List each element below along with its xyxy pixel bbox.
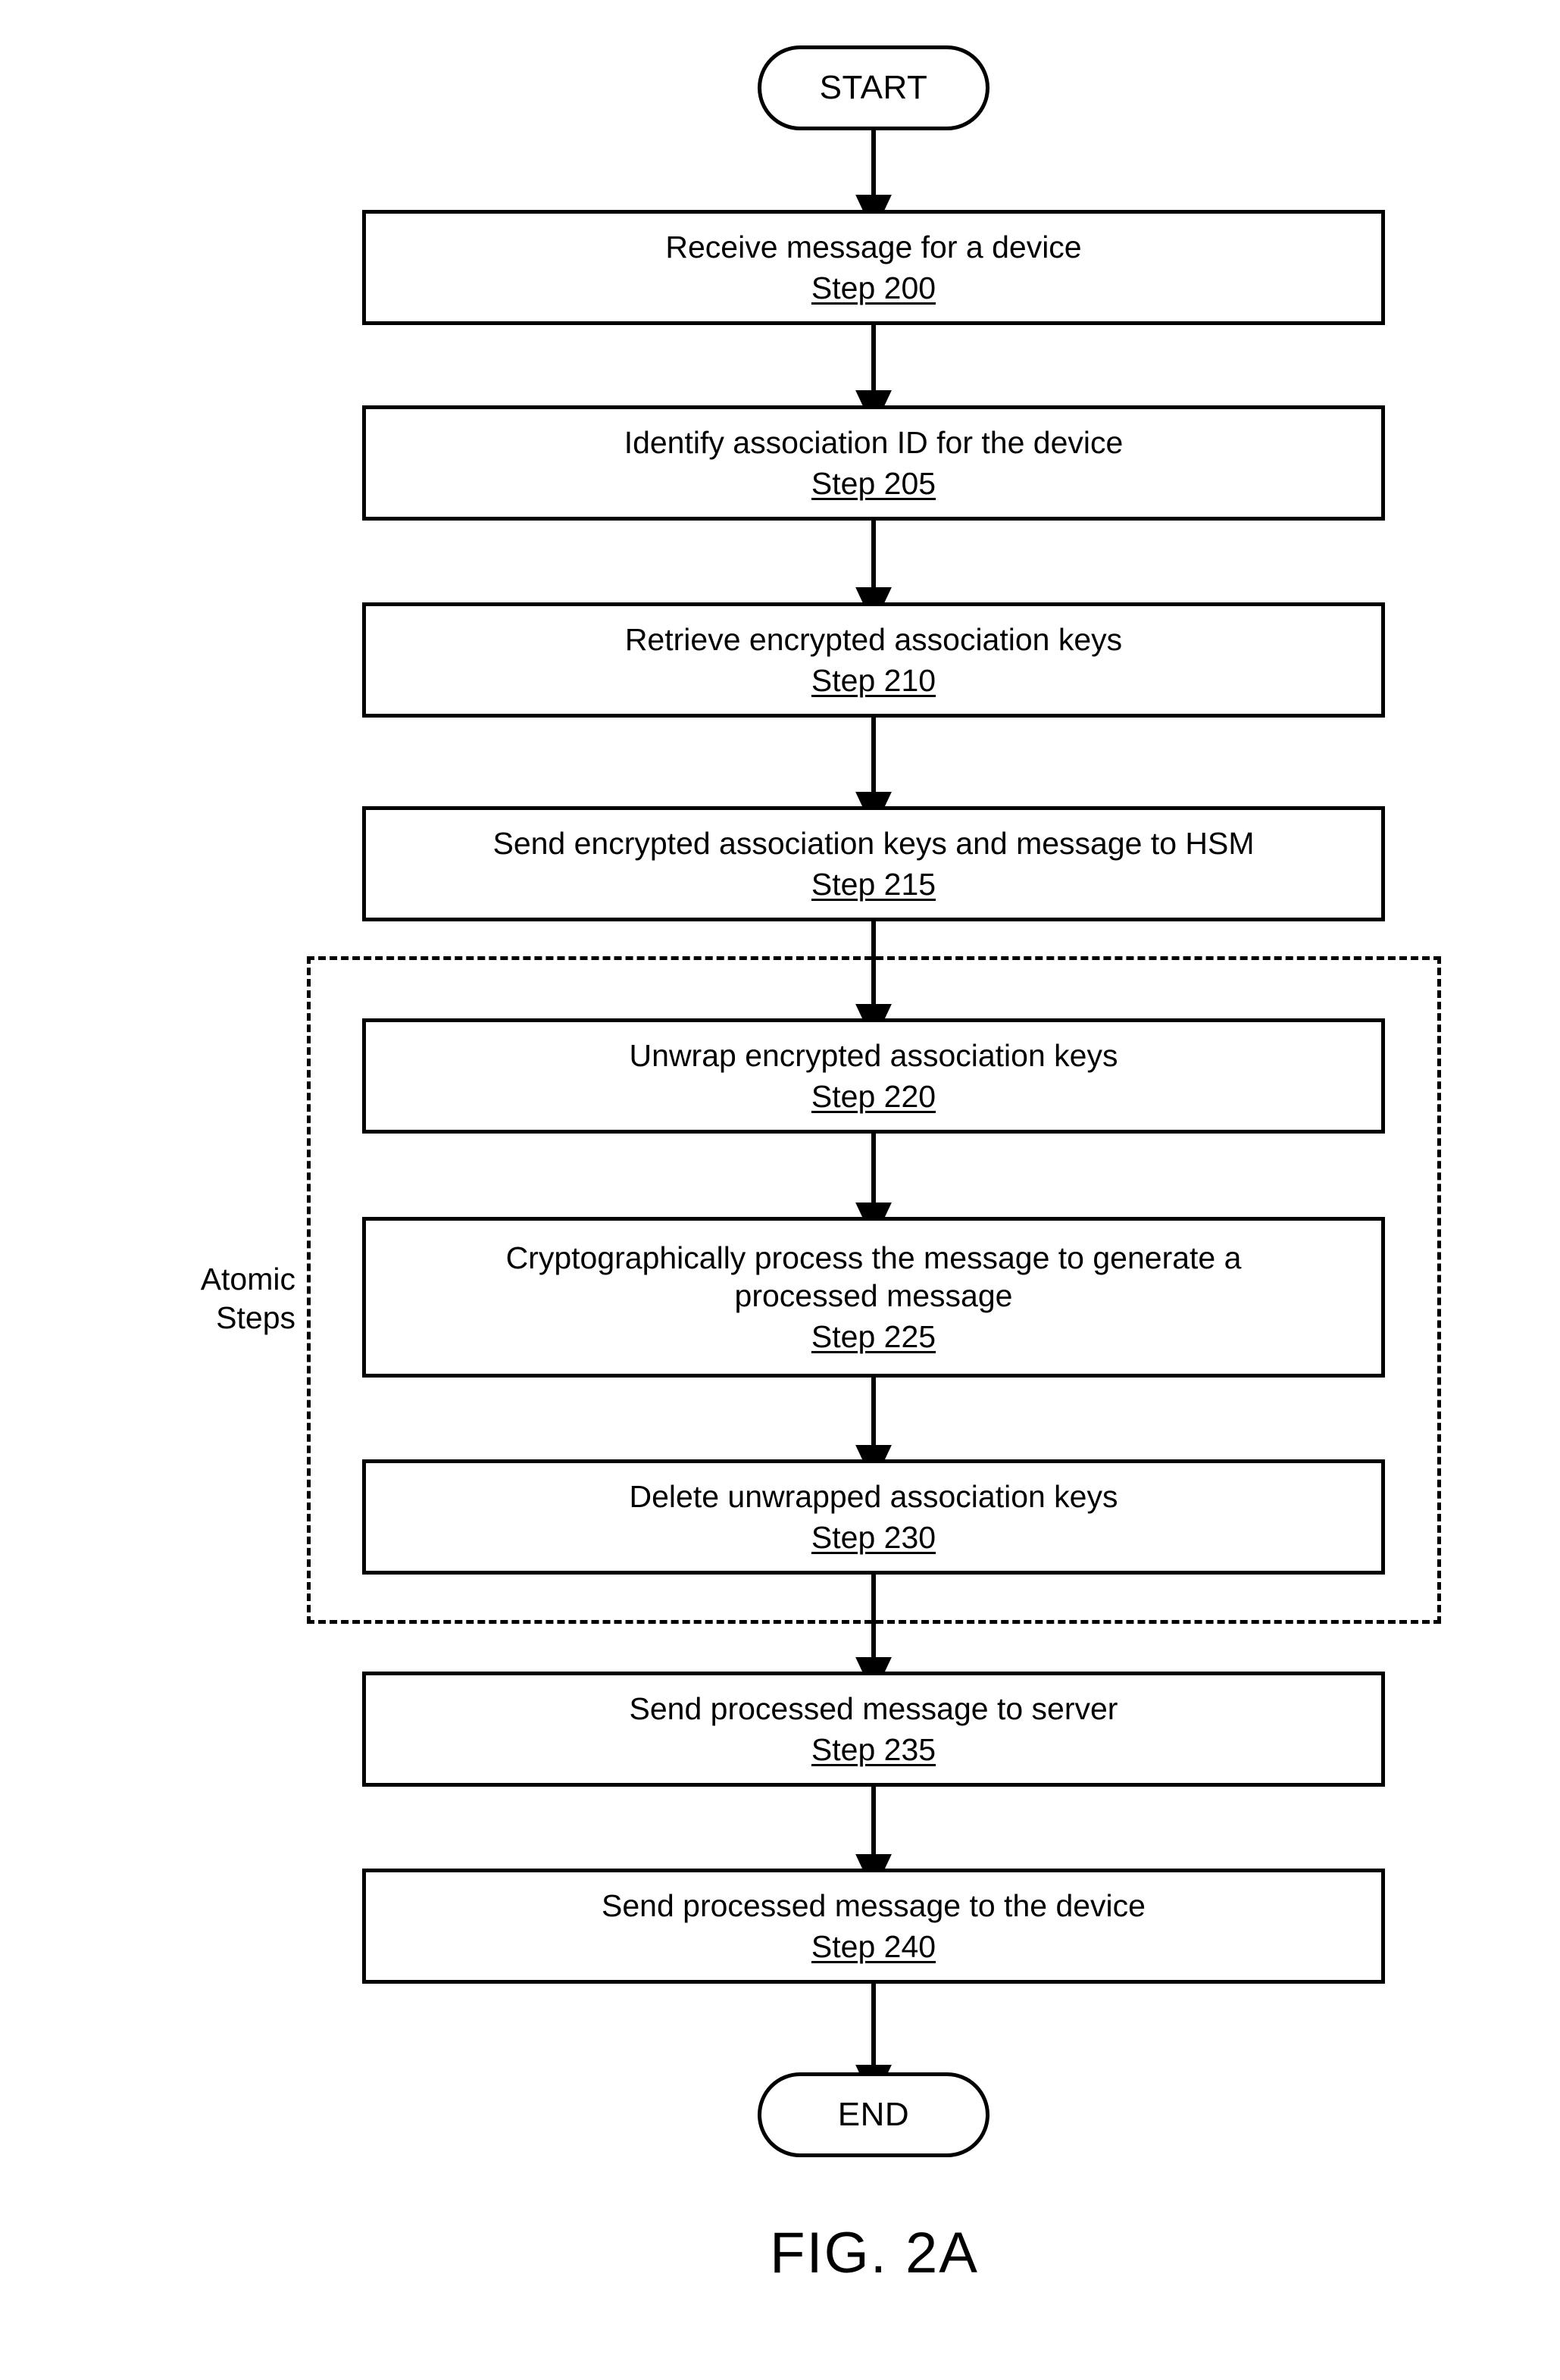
step-205-text: Identify association ID for the device — [624, 425, 1124, 461]
step-225-text: Cryptographically process the message to… — [505, 1240, 1242, 1314]
step-210-text: Retrieve encrypted association keys — [624, 622, 1123, 658]
figure-caption: FIG. 2A — [770, 2221, 979, 2285]
step-200-ref: Step 200 — [811, 270, 936, 305]
step-215-ref: Step 215 — [811, 866, 936, 902]
step-230-text: Delete unwrapped association keys — [629, 1479, 1118, 1515]
end-terminator: END — [758, 2072, 989, 2157]
process-box-step-210: Retrieve encrypted association keys Step… — [362, 602, 1385, 718]
step-210-ref: Step 210 — [811, 662, 936, 698]
step-240-text: Send processed message to the device — [602, 1888, 1146, 1924]
process-box-step-240: Send processed message to the device Ste… — [362, 1869, 1385, 1984]
figure-sheet: Atomic Steps START Receive message for a… — [0, 0, 1560, 2380]
step-215-text: Send encrypted association keys and mess… — [492, 826, 1255, 862]
connector-layer — [855, 129, 892, 2103]
step-200-text: Receive message for a device — [665, 230, 1082, 265]
step-230-ref: Step 230 — [811, 1519, 936, 1555]
step-235-text: Send processed message to server — [629, 1691, 1118, 1727]
start-terminator: START — [758, 45, 989, 130]
step-240-ref: Step 240 — [811, 1928, 936, 1964]
process-box-step-225: Cryptographically process the message to… — [362, 1217, 1385, 1378]
step-225-ref: Step 225 — [811, 1318, 936, 1354]
step-220-text: Unwrap encrypted association keys — [629, 1038, 1118, 1074]
process-box-step-205: Identify association ID for the device S… — [362, 405, 1385, 521]
process-box-step-215: Send encrypted association keys and mess… — [362, 806, 1385, 921]
step-205-ref: Step 205 — [811, 465, 936, 501]
process-box-step-220: Unwrap encrypted association keys Step 2… — [362, 1018, 1385, 1134]
atomic-steps-label: Atomic Steps — [200, 1262, 295, 1335]
step-220-ref: Step 220 — [811, 1078, 936, 1114]
process-box-step-230: Delete unwrapped association keys Step 2… — [362, 1459, 1385, 1575]
end-label: END — [837, 2096, 910, 2133]
process-box-step-235: Send processed message to server Step 23… — [362, 1672, 1385, 1787]
step-235-ref: Step 235 — [811, 1731, 936, 1767]
start-label: START — [819, 69, 928, 106]
process-box-step-200: Receive message for a device Step 200 — [362, 210, 1385, 325]
